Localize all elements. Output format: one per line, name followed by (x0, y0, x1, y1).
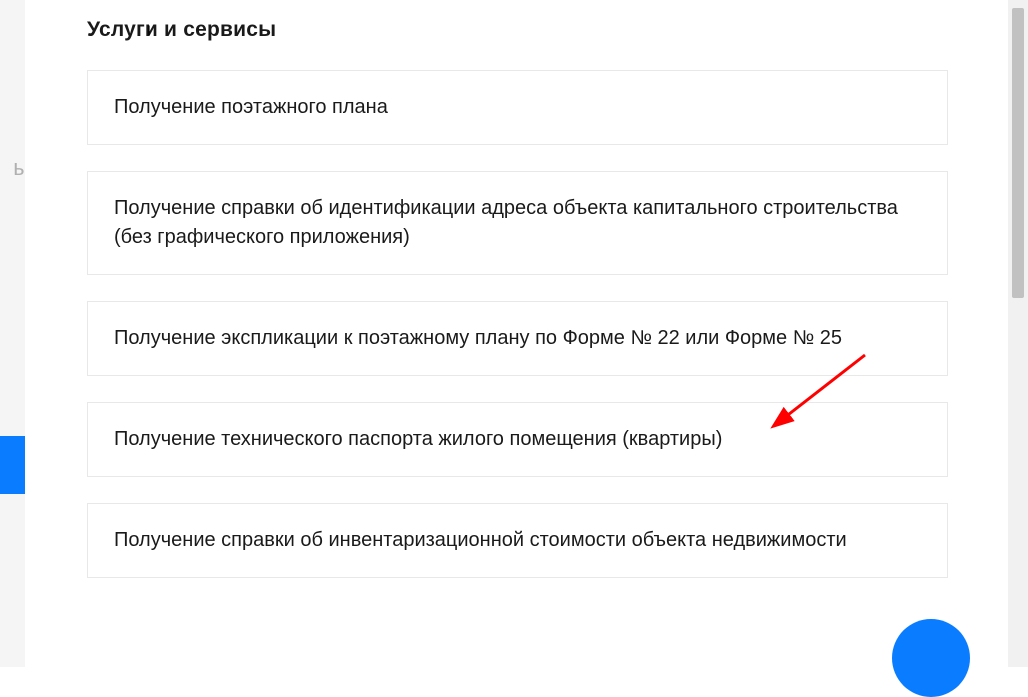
service-item-inventory-value[interactable]: Получение справки об инвентаризационной … (87, 503, 948, 578)
floating-action-button[interactable] (892, 619, 970, 697)
vertical-scrollbar[interactable] (1008, 0, 1028, 667)
service-list: Получение поэтажного плана Получение спр… (87, 70, 948, 578)
service-item-label: Получение поэтажного плана (114, 96, 388, 118)
main-content: Услуги и сервисы I Получение поэтажного … (25, 0, 1008, 667)
left-sidebar: ы (0, 0, 25, 667)
page-wrapper: ы Услуги и сервисы I Получение поэтажног… (0, 0, 1028, 667)
service-item-label: Получение справки об инвентаризационной … (114, 529, 847, 551)
scrollbar-thumb[interactable] (1012, 8, 1024, 298)
service-item-label: Получение технического паспорта жилого п… (114, 428, 722, 450)
service-item-technical-passport[interactable]: Получение технического паспорта жилого п… (87, 402, 948, 477)
section-heading: Услуги и сервисы (87, 18, 948, 42)
service-item-label: Получение экспликации к поэтажному плану… (114, 327, 842, 349)
service-item-explication[interactable]: Получение экспликации к поэтажному плану… (87, 301, 948, 376)
service-item-label: Получение справки об идентификации адрес… (114, 197, 898, 248)
service-item-address-identification[interactable]: Получение справки об идентификации адрес… (87, 171, 948, 275)
service-item-floor-plan[interactable]: Получение поэтажного плана (87, 70, 948, 145)
